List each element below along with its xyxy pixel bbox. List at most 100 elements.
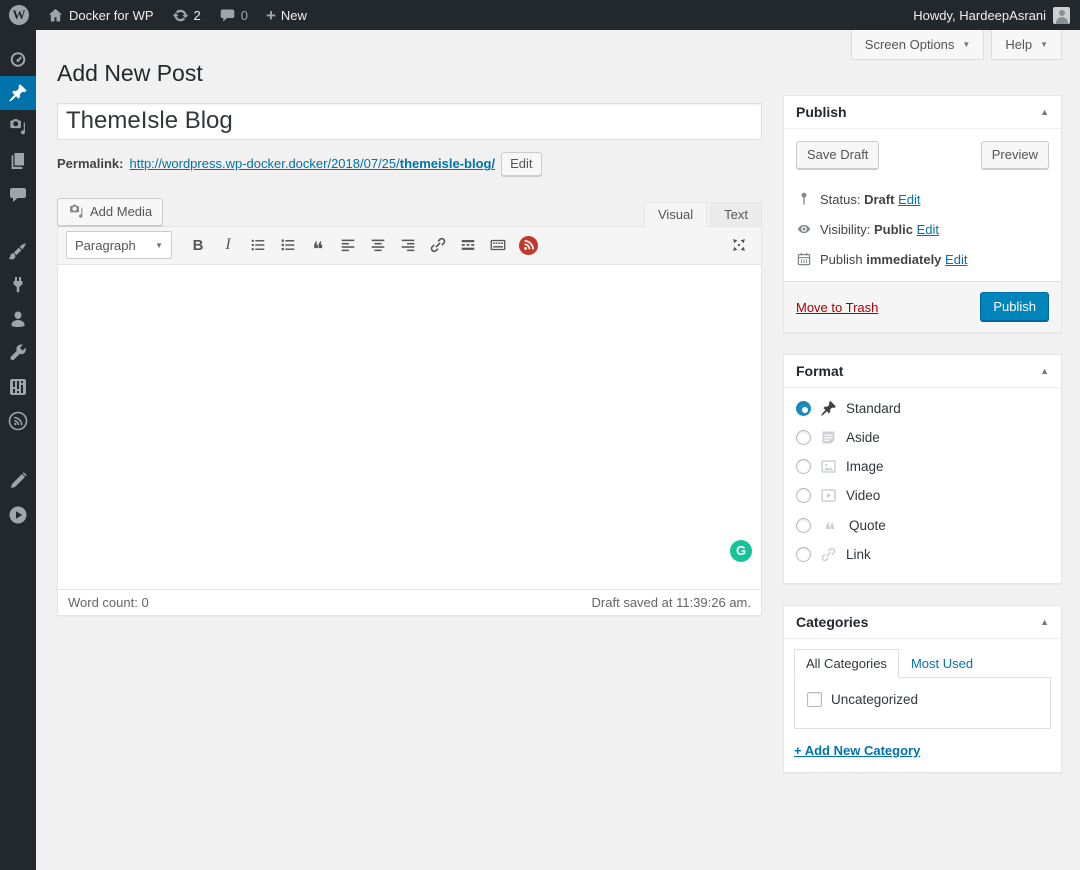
move-to-trash-link[interactable]: Move to Trash — [796, 300, 878, 315]
radio-button[interactable] — [796, 430, 811, 445]
align-left-icon — [339, 236, 357, 254]
format-label: Quote — [849, 518, 886, 533]
sidebar-item-dashboard[interactable] — [0, 42, 36, 76]
italic-button[interactable]: I — [214, 232, 242, 258]
wordpress-logo-menu[interactable]: W — [0, 0, 38, 30]
sidebar-item-tools[interactable] — [0, 336, 36, 370]
paragraph-format-select[interactable]: Paragraph ▼ — [66, 231, 172, 259]
bulleted-list-button[interactable] — [244, 232, 272, 258]
radio-button[interactable] — [796, 401, 811, 416]
format-option-image[interactable]: Image — [796, 452, 1049, 481]
new-content-menu[interactable]: + New — [257, 0, 316, 30]
sidebar-item-posts[interactable] — [0, 76, 36, 110]
radio-button[interactable] — [796, 518, 811, 533]
home-icon — [47, 7, 64, 24]
format-option-aside[interactable]: Aside — [796, 423, 1049, 452]
categories-box-header[interactable]: Categories ▲ — [784, 606, 1061, 639]
add-media-label: Add Media — [90, 199, 152, 225]
permalink-link[interactable]: http://wordpress.wp-docker.docker/2018/0… — [129, 156, 495, 171]
format-box-header[interactable]: Format ▲ — [784, 355, 1061, 388]
add-media-button[interactable]: Add Media — [57, 198, 163, 226]
sidebar-item-comments[interactable] — [0, 178, 36, 212]
category-item-uncategorized[interactable]: Uncategorized — [807, 692, 1038, 707]
permalink-label: Permalink: — [57, 156, 123, 171]
status-label: Status: — [820, 192, 860, 207]
toolbar-toggle-button[interactable] — [484, 232, 512, 258]
schedule-label: Publish — [820, 252, 863, 267]
user-avatar[interactable] — [1053, 7, 1070, 24]
format-option-standard[interactable]: Standard — [796, 394, 1049, 423]
sidebar-item-settings[interactable] — [0, 370, 36, 404]
distraction-free-button[interactable] — [725, 232, 753, 258]
sidebar-item-rss-plugin[interactable] — [0, 404, 36, 438]
numbered-list-button[interactable] — [274, 232, 302, 258]
sidebar-item-appearance[interactable] — [0, 234, 36, 268]
draft-saved-text: Draft saved at 11:39:26 am. — [592, 595, 751, 610]
radio-button[interactable] — [796, 459, 811, 474]
category-list-panel: Uncategorized — [794, 677, 1051, 729]
chevron-down-icon: ▼ — [962, 40, 970, 49]
read-more-button[interactable] — [454, 232, 482, 258]
edit-visibility-link[interactable]: Edit — [917, 222, 939, 237]
radio-button[interactable] — [796, 547, 811, 562]
add-new-category-link[interactable]: + Add New Category — [794, 743, 920, 758]
bold-button[interactable]: B — [184, 232, 212, 258]
sidebar-item-plugins[interactable] — [0, 268, 36, 302]
insert-link-button[interactable] — [424, 232, 452, 258]
editor-content-area[interactable]: G — [58, 265, 761, 589]
sidebar-item-users[interactable] — [0, 302, 36, 336]
editor-header: Add Media Visual Text — [57, 198, 762, 226]
format-label: Aside — [846, 430, 880, 445]
pages-icon — [8, 151, 28, 171]
site-name-menu[interactable]: Docker for WP — [38, 0, 163, 30]
sidebar-item-edit-plugin[interactable] — [0, 464, 36, 498]
visual-tab[interactable]: Visual — [644, 202, 707, 227]
format-option-link[interactable]: Link — [796, 540, 1049, 569]
category-label: Uncategorized — [831, 692, 918, 707]
howdy-text: Howdy, HardeepAsrani — [913, 8, 1046, 23]
numbered-list-icon — [279, 236, 297, 254]
visibility-label: Visibility: — [820, 222, 870, 237]
sidebar-item-media[interactable] — [0, 110, 36, 144]
screen-options-tab[interactable]: Screen Options ▼ — [851, 30, 985, 60]
status-row: Status: Draft Edit — [796, 191, 1049, 207]
comments-count: 0 — [241, 8, 248, 23]
sidebar-item-pages[interactable] — [0, 144, 36, 178]
all-categories-tab[interactable]: All Categories — [794, 649, 899, 678]
edit-permalink-button[interactable]: Edit — [501, 152, 541, 176]
help-tab[interactable]: Help ▼ — [991, 30, 1062, 60]
format-option-video[interactable]: Video — [796, 481, 1049, 510]
permalink-base: http://wordpress.wp-docker.docker/2018/0… — [129, 156, 399, 171]
post-title-input[interactable] — [57, 103, 762, 140]
updates-menu[interactable]: 2 — [163, 0, 210, 30]
aside-icon — [820, 429, 837, 446]
edit-status-link[interactable]: Edit — [898, 192, 920, 207]
save-draft-button[interactable]: Save Draft — [796, 141, 879, 169]
publish-box-header[interactable]: Publish ▲ — [784, 96, 1061, 129]
blockquote-button[interactable]: ❝ — [304, 232, 332, 258]
collapse-arrow-icon: ▲ — [1040, 617, 1049, 627]
align-left-button[interactable] — [334, 232, 362, 258]
text-tab[interactable]: Text — [710, 202, 762, 227]
grammarly-icon[interactable]: G — [730, 540, 752, 562]
sidebar-item-video-plugin[interactable] — [0, 498, 36, 532]
format-option-quote[interactable]: ❝ Quote — [796, 510, 1049, 540]
category-checkbox[interactable] — [807, 692, 822, 707]
edit-schedule-link[interactable]: Edit — [945, 252, 967, 267]
radio-button[interactable] — [796, 488, 811, 503]
my-account-menu[interactable]: Howdy, HardeepAsrani — [904, 0, 1046, 30]
align-right-button[interactable] — [394, 232, 422, 258]
format-options: Standard Aside Image — [784, 388, 1061, 583]
publish-button[interactable]: Publish — [980, 292, 1049, 322]
visibility-value: Public — [874, 222, 913, 237]
admin-bar: W Docker for WP 2 0 + New Howdy, Hardeep… — [0, 0, 1080, 30]
rss-insert-button[interactable] — [514, 232, 542, 258]
quote-icon: ❝ — [820, 516, 840, 534]
align-center-button[interactable] — [364, 232, 392, 258]
image-icon — [820, 458, 837, 475]
preview-button[interactable]: Preview — [981, 141, 1049, 169]
most-used-tab[interactable]: Most Used — [899, 650, 985, 677]
chevron-down-icon: ▼ — [155, 241, 163, 250]
updates-count: 2 — [194, 8, 201, 23]
comments-menu[interactable]: 0 — [210, 0, 257, 30]
